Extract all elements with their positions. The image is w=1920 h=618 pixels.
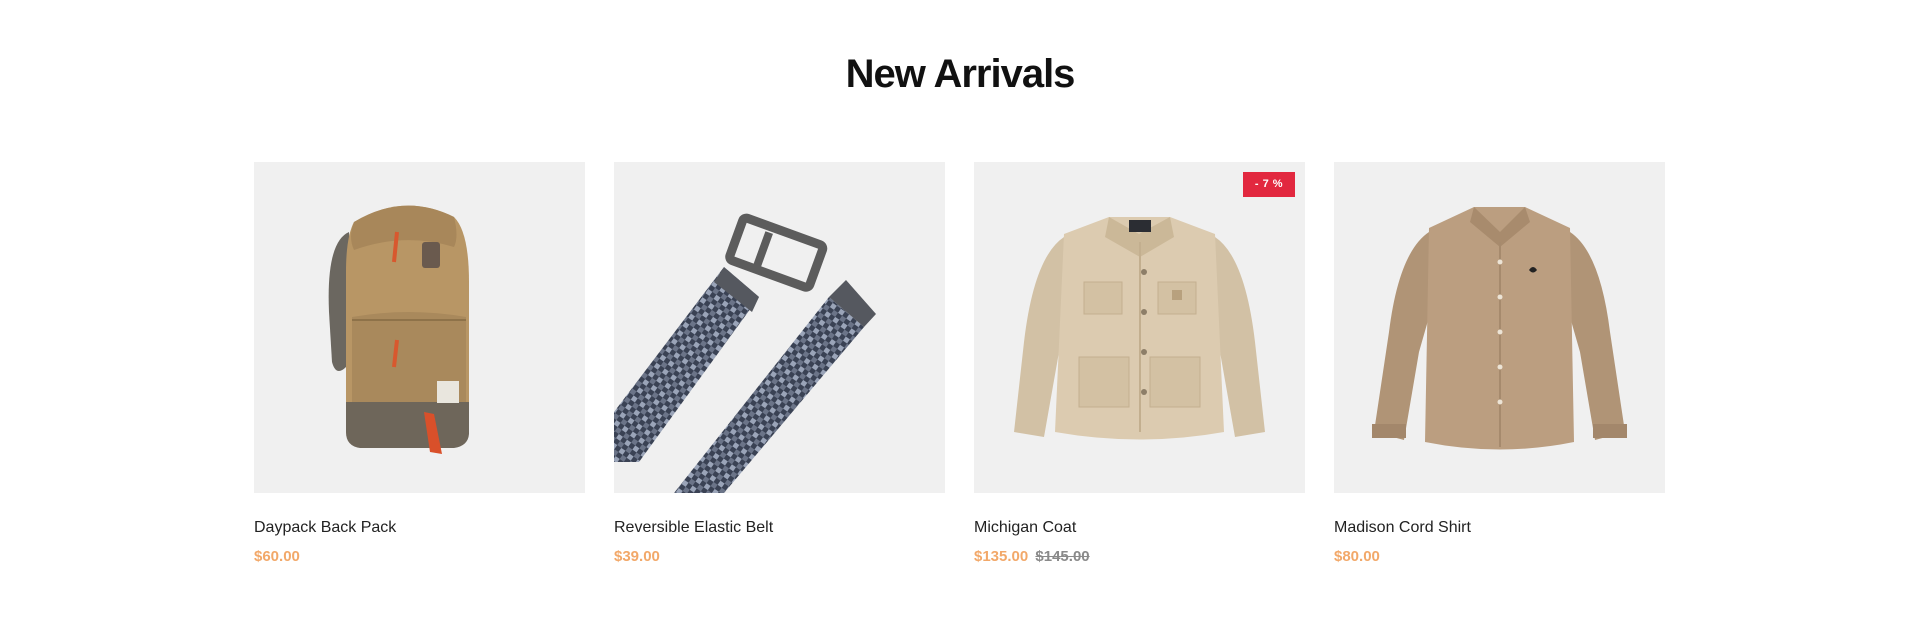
backpack-image xyxy=(328,205,469,454)
product-card[interactable]: Daypack Back Pack $60.00 xyxy=(254,162,585,565)
product-card[interactable]: - 7 % Michigan Coat $135.00 $145.00 xyxy=(974,162,1305,565)
product-name[interactable]: Michigan Coat xyxy=(974,519,1305,537)
product-image-shirt[interactable] xyxy=(1334,162,1665,493)
price-row: $39.00 xyxy=(614,548,945,565)
product-card[interactable]: Reversible Elastic Belt $39.00 xyxy=(614,162,945,565)
product-price: $80.00 xyxy=(1334,548,1380,565)
coat-image xyxy=(1014,217,1265,440)
price-row: $60.00 xyxy=(254,548,585,565)
discount-badge: - 7 % xyxy=(1243,172,1295,197)
product-name[interactable]: Reversible Elastic Belt xyxy=(614,519,945,537)
price-row: $135.00 $145.00 xyxy=(974,548,1305,565)
product-name[interactable]: Daypack Back Pack xyxy=(254,519,585,537)
section-title: New Arrivals xyxy=(845,52,1076,96)
product-image-backpack[interactable] xyxy=(254,162,585,493)
product-price: $39.00 xyxy=(614,548,660,565)
shirt-image xyxy=(1372,207,1627,450)
product-old-price: $145.00 xyxy=(1035,548,1090,565)
product-image-coat[interactable]: - 7 % xyxy=(974,162,1305,493)
product-name[interactable]: Madison Cord Shirt xyxy=(1334,519,1665,537)
price-row: $80.00 xyxy=(1334,548,1665,565)
product-price: $135.00 xyxy=(974,548,1029,565)
product-card[interactable]: Madison Cord Shirt $80.00 xyxy=(1334,162,1665,565)
belt-image xyxy=(614,213,876,493)
product-price: $60.00 xyxy=(254,548,300,565)
product-image-belt[interactable] xyxy=(614,162,945,493)
